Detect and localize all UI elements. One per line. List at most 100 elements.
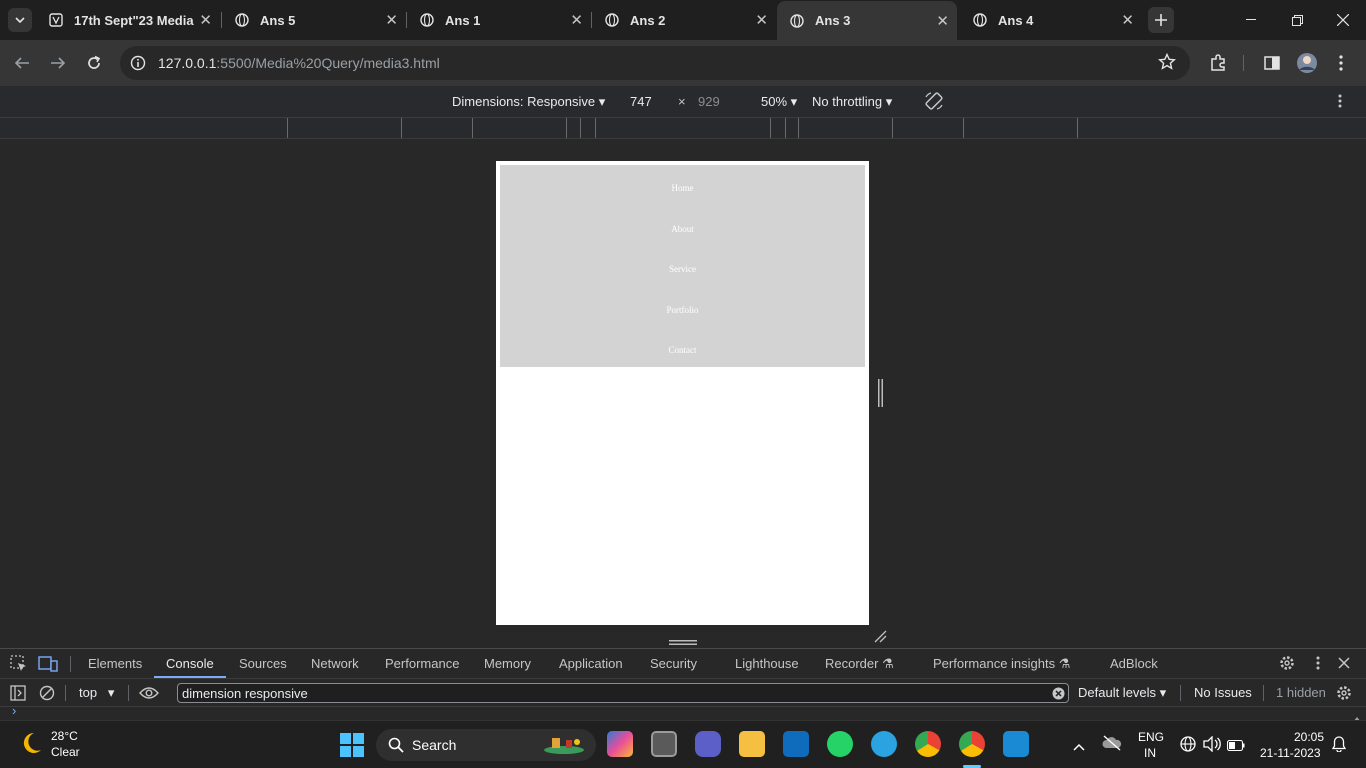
browser-tab-strip: 17th Sept"23 Media F ✕ Ans 5 ✕ Ans 1 ✕ A… (0, 0, 1366, 40)
clear-console-icon[interactable] (39, 685, 55, 704)
weather-temp: 28°C (51, 729, 78, 743)
volume-icon[interactable] (1203, 735, 1221, 757)
browser-tab-3[interactable]: Ans 1 ✕ (407, 4, 591, 36)
caret-down-icon: ▾ (598, 94, 606, 109)
network-globe-icon[interactable] (1180, 736, 1196, 757)
caret-down-icon: ▾ (885, 94, 893, 109)
devtools-tab-security[interactable]: Security (650, 656, 697, 671)
browser-tab-2[interactable]: Ans 5 ✕ (222, 4, 406, 36)
devtools-tab-console[interactable]: Console (166, 656, 214, 671)
devtools-tab-network[interactable]: Network (311, 656, 359, 671)
chrome-icon[interactable] (915, 731, 941, 757)
notification-bell-icon[interactable] (1331, 736, 1347, 757)
rotate-button[interactable] (924, 91, 944, 114)
devtools-tab-lighthouse[interactable]: Lighthouse (735, 656, 799, 671)
address-bar[interactable]: 127.0.0.1:5500/Media%20Query/media3.html (120, 46, 1190, 80)
copilot-icon[interactable] (607, 731, 633, 757)
console-filter-input[interactable]: dimension responsive (177, 683, 1069, 703)
close-tab-icon[interactable]: ✕ (755, 11, 768, 29)
devtools-tab-performance-insights[interactable]: Performance insights ⚗ (933, 656, 1070, 672)
side-panel-button[interactable] (1257, 48, 1287, 78)
browser-tab-4[interactable]: Ans 2 ✕ (592, 4, 776, 36)
sidebar-toggle-icon[interactable] (10, 685, 26, 704)
close-tab-icon[interactable]: ✕ (199, 11, 212, 29)
nav-link-portfolio[interactable]: Portfolio (500, 305, 865, 315)
close-tab-icon[interactable]: ✕ (570, 11, 583, 29)
media-query-bar[interactable] (0, 118, 1366, 139)
tab-search-button[interactable] (8, 8, 32, 32)
new-tab-button[interactable] (1148, 7, 1174, 33)
moon-weather-icon[interactable] (18, 730, 44, 761)
reload-button[interactable] (79, 48, 109, 78)
clear-filter-icon[interactable] (1052, 687, 1065, 703)
right-resize-handle[interactable] (877, 379, 884, 407)
telegram-icon[interactable] (871, 731, 897, 757)
battery-icon[interactable] (1226, 738, 1245, 756)
language-top[interactable]: ENG (1138, 730, 1164, 744)
clock-time[interactable]: 20:05 (1294, 730, 1324, 744)
close-icon (1337, 14, 1349, 26)
inspect-element-icon[interactable] (10, 655, 28, 676)
profile-avatar[interactable] (1292, 48, 1322, 78)
devtools-tab-application[interactable]: Application (559, 656, 623, 671)
log-levels-select[interactable]: Default levels ▾ (1078, 685, 1166, 701)
device-toolbar-menu-icon[interactable] (1338, 94, 1342, 111)
console-settings-icon[interactable] (1336, 685, 1352, 704)
devtools-tab-performance[interactable]: Performance (385, 656, 459, 671)
close-tab-icon[interactable]: ✕ (385, 11, 398, 29)
close-tab-icon[interactable]: ✕ (1121, 11, 1134, 29)
devtools-menu-icon[interactable] (1316, 656, 1320, 673)
restore-button[interactable] (1274, 0, 1320, 40)
tray-chevron-up-icon[interactable] (1073, 738, 1085, 756)
browser-tab-6[interactable]: Ans 4 ✕ (960, 4, 1142, 36)
caret-down-icon: ▾ (1159, 685, 1167, 700)
devtools-tab-adblock[interactable]: AdBlock (1110, 656, 1158, 671)
forward-button[interactable] (43, 48, 73, 78)
bookmark-star-icon[interactable] (1158, 52, 1176, 74)
extensions-button[interactable] (1203, 48, 1233, 78)
windows-start-icon[interactable] (340, 733, 364, 762)
height-input[interactable]: 929 (698, 94, 720, 109)
whatsapp-icon[interactable] (827, 731, 853, 757)
device-toggle-icon[interactable] (38, 655, 58, 676)
recorder-label: Recorder (825, 656, 879, 671)
minimize-button[interactable] (1228, 0, 1274, 40)
context-select[interactable]: top ▾ (79, 685, 114, 701)
document-favicon-icon (48, 12, 64, 28)
browser-tab-5-active[interactable]: Ans 3 ✕ (777, 1, 957, 40)
width-input[interactable]: 747 (630, 94, 652, 109)
nav-link-home[interactable]: Home (500, 183, 865, 193)
site-info-icon[interactable] (130, 55, 146, 74)
close-devtools-icon[interactable] (1338, 657, 1350, 672)
throttling-select[interactable]: No throttling ▾ (812, 94, 892, 110)
nav-link-about[interactable]: About (500, 224, 865, 234)
zoom-select[interactable]: 50% ▾ (761, 94, 797, 110)
microsoft-store-icon[interactable] (783, 731, 809, 757)
devtools-tab-memory[interactable]: Memory (484, 656, 531, 671)
dimensions-select[interactable]: Dimensions: Responsive ▾ (452, 94, 605, 110)
corner-resize-handle[interactable] (873, 629, 887, 643)
devtools-tab-elements[interactable]: Elements (88, 656, 142, 671)
browser-menu-button[interactable] (1326, 48, 1356, 78)
taskbar-search[interactable]: Search (376, 729, 596, 761)
back-button[interactable] (7, 48, 37, 78)
file-explorer-icon[interactable] (739, 731, 765, 757)
close-window-button[interactable] (1320, 0, 1366, 40)
settings-gear-icon[interactable] (1279, 655, 1295, 674)
issues-count[interactable]: No Issues (1194, 685, 1252, 700)
live-expression-eye-icon[interactable] (139, 686, 159, 703)
browser-tab-1[interactable]: 17th Sept"23 Media F ✕ (36, 4, 220, 36)
teams-chat-icon[interactable] (695, 731, 721, 757)
nav-link-service[interactable]: Service (500, 264, 865, 274)
tab-title: Ans 4 (998, 12, 1034, 28)
onedrive-offline-icon[interactable] (1102, 735, 1122, 756)
devtools-tab-sources[interactable]: Sources (239, 656, 287, 671)
devtools-tab-recorder[interactable]: Recorder ⚗ (825, 656, 894, 672)
nav-link-contact[interactable]: Contact (500, 345, 865, 355)
close-tab-icon[interactable]: ✕ (936, 12, 949, 30)
chrome-profile-icon[interactable] (959, 731, 985, 757)
vscode-icon[interactable] (1003, 731, 1029, 757)
bottom-resize-handle[interactable] (669, 633, 697, 645)
console-output[interactable]: › (0, 703, 1366, 722)
task-view-icon[interactable] (651, 731, 677, 757)
